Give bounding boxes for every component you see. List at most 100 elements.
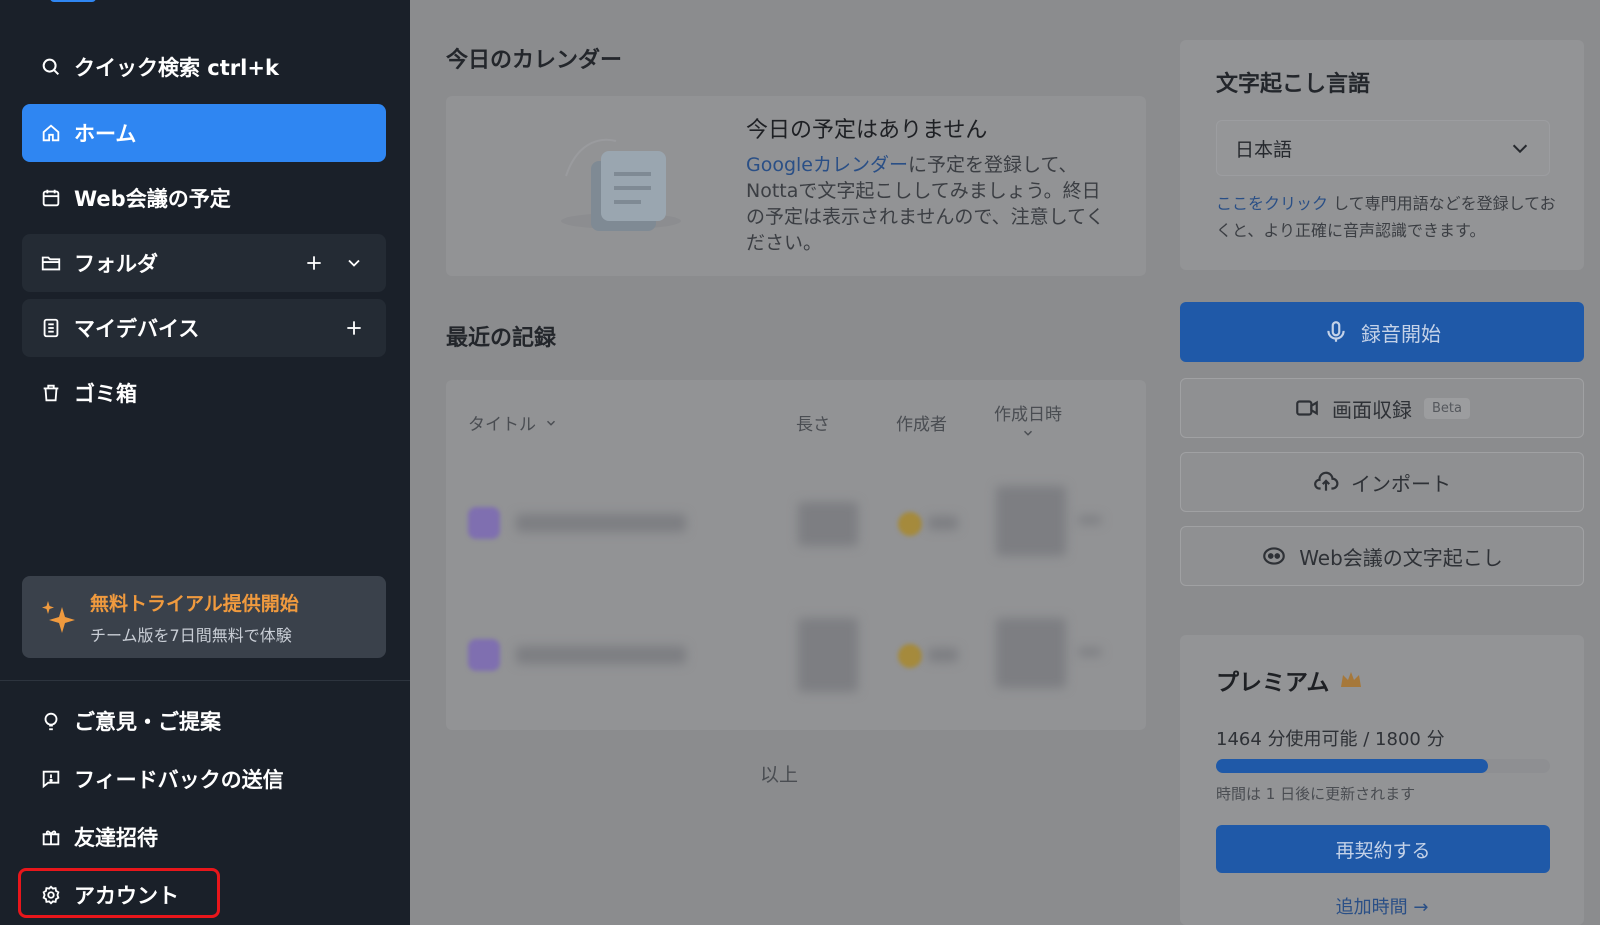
- beta-badge: Beta: [1424, 397, 1470, 419]
- usage-progress-bar: [1216, 759, 1550, 773]
- lightbulb-icon: [40, 710, 62, 732]
- folder-icon: [40, 252, 62, 274]
- table-row[interactable]: [446, 594, 1146, 724]
- quick-search-label: クイック検索 ctrl+k: [74, 56, 279, 80]
- blurred-creator: [928, 516, 958, 530]
- quick-search[interactable]: クイック検索 ctrl+k: [22, 38, 386, 96]
- blurred-length: [798, 618, 858, 692]
- records-section-title: 最近の記録: [446, 326, 557, 351]
- import-button[interactable]: インポート: [1180, 452, 1584, 512]
- empty-calendar-illustration: [561, 138, 681, 231]
- reset-note: 時間は 1 日後に更新されます: [1216, 785, 1416, 803]
- record-avatar: [468, 507, 500, 539]
- creator-avatar: [898, 512, 922, 536]
- start-recording-button[interactable]: 録音開始: [1180, 302, 1584, 362]
- premium-title-label: プレミアム: [1216, 670, 1330, 696]
- add-time-link[interactable]: 追加時間 →: [1180, 893, 1584, 919]
- home-icon: [40, 122, 62, 144]
- custom-terms-link[interactable]: ここをクリック: [1216, 194, 1328, 213]
- chevron-down-icon: [546, 420, 556, 426]
- transcription-language-card: 文字起こし言語 日本語 ここをクリック して専門用語などを登録しておくと、より正…: [1180, 40, 1584, 270]
- account-highlight-box: [18, 868, 220, 918]
- add-device-icon[interactable]: [344, 318, 364, 338]
- sidebar-item-web-meetings[interactable]: Web会議の予定: [22, 169, 386, 227]
- chevron-down-icon: [1509, 137, 1531, 159]
- sidebar-item-label: フォルダ: [74, 252, 158, 276]
- premium-title: プレミアム: [1216, 663, 1363, 697]
- sidebar-item-label: フィードバックの送信: [74, 768, 284, 792]
- language-section-title: 文字起こし言語: [1216, 72, 1371, 97]
- sidebar-item-label: 友達招待: [74, 826, 158, 850]
- google-calendar-link[interactable]: Googleカレンダー: [746, 154, 908, 176]
- column-header-creator: 作成者: [896, 415, 947, 435]
- language-select-value: 日本語: [1235, 138, 1293, 161]
- sidebar-item-label: Web会議の予定: [74, 187, 231, 211]
- column-title-label: タイトル: [468, 415, 536, 435]
- premium-card: プレミアム 1464 分使用可能 / 1800 分 時間は 1 日後に更新されま…: [1180, 635, 1584, 925]
- screen-record-button[interactable]: 画面収録 Beta: [1180, 378, 1584, 438]
- device-icon: [40, 317, 62, 339]
- blurred-date: [996, 618, 1066, 688]
- trial-banner[interactable]: 無料トライアル提供開始 チーム版を7日間無料で体験: [22, 576, 386, 658]
- meeting-bot-icon: [1263, 547, 1286, 565]
- calendar-empty-title: 今日の予定はありません: [746, 118, 988, 143]
- sidebar-item-trash[interactable]: ゴミ箱: [22, 364, 386, 422]
- gift-icon: [40, 826, 62, 848]
- sidebar-item-home[interactable]: ホーム: [22, 104, 386, 162]
- minutes-usage: 1464 分使用可能 / 1800 分: [1216, 729, 1445, 750]
- sidebar-item-folders[interactable]: フォルダ: [22, 234, 386, 292]
- more-icon[interactable]: [1078, 648, 1102, 656]
- import-label: インポート: [1351, 471, 1451, 496]
- column-header-length: 長さ: [796, 415, 830, 435]
- sidebar: クイック検索 ctrl+k ホーム Web会議の予定 フォルダ マイデバイス ゴ…: [0, 0, 410, 925]
- calendar-icon: [40, 187, 62, 209]
- blurred-length: [798, 502, 858, 546]
- table-row[interactable]: [446, 462, 1146, 592]
- language-select[interactable]: 日本語: [1216, 120, 1550, 176]
- sidebar-item-label: ゴミ箱: [74, 382, 137, 406]
- video-camera-icon: [1296, 400, 1318, 416]
- column-header-title[interactable]: タイトル: [468, 410, 558, 435]
- screen-record-label: 画面収録: [1332, 397, 1412, 422]
- logo-stub: [50, 0, 96, 2]
- feedback-icon: [40, 768, 62, 790]
- sidebar-item-label: マイデバイス: [74, 317, 200, 341]
- trial-subtitle: チーム版を7日間無料で体験: [90, 625, 292, 645]
- search-icon: [40, 56, 62, 78]
- crown-icon: [1341, 672, 1362, 687]
- sidebar-item-my-devices[interactable]: マイデバイス: [22, 299, 386, 357]
- trash-icon: [40, 382, 62, 404]
- sidebar-item-suggestions[interactable]: ご意見・ご提案: [40, 706, 221, 736]
- blurred-date: [996, 486, 1066, 556]
- chevron-down-icon: [1023, 430, 1033, 436]
- calendar-card: 今日の予定はありません Googleカレンダーに予定を登録して、Nottaで文字…: [446, 96, 1146, 276]
- records-table: タイトル 長さ 作成者 作成日時: [446, 380, 1146, 730]
- renew-button[interactable]: 再契約する: [1216, 825, 1550, 873]
- creator-avatar: [898, 644, 922, 668]
- language-note: ここをクリック して専門用語などを登録しておくと、より正確に音声認識できます。: [1216, 190, 1556, 244]
- calendar-section-title: 今日のカレンダー: [446, 48, 623, 73]
- chevron-down-icon[interactable]: [344, 253, 364, 273]
- sidebar-item-invite[interactable]: 友達招待: [40, 822, 158, 852]
- list-end-label: 以上: [760, 764, 799, 786]
- blurred-creator: [928, 648, 958, 662]
- calendar-description: Googleカレンダーに予定を登録して、Nottaで文字起こししてみましょう。終…: [746, 152, 1116, 256]
- main-content: 今日のカレンダー 今日の予定はありません Googleカレンダーに予定を登録して…: [410, 0, 1600, 925]
- sidebar-item-send-feedback[interactable]: フィードバックの送信: [40, 764, 284, 794]
- sparkle-icon: [42, 601, 75, 633]
- record-avatar: [468, 639, 500, 671]
- usage-progress-fill: [1216, 759, 1488, 773]
- web-meeting-transcribe-button[interactable]: Web会議の文字起こし: [1180, 526, 1584, 586]
- web-meeting-transcribe-label: Web会議の文字起こし: [1299, 545, 1503, 570]
- more-icon[interactable]: [1078, 516, 1102, 524]
- blurred-title: [516, 646, 686, 664]
- add-folder-icon[interactable]: [304, 253, 324, 273]
- sidebar-item-label: ホーム: [74, 122, 137, 146]
- column-header-date[interactable]: 作成日時: [994, 400, 1062, 445]
- trial-title: 無料トライアル提供開始: [90, 592, 299, 615]
- blurred-title: [516, 514, 686, 532]
- microphone-icon: [1327, 321, 1345, 342]
- sidebar-divider: [0, 680, 410, 681]
- start-recording-label: 録音開始: [1361, 321, 1441, 346]
- cloud-upload-icon: [1314, 471, 1339, 491]
